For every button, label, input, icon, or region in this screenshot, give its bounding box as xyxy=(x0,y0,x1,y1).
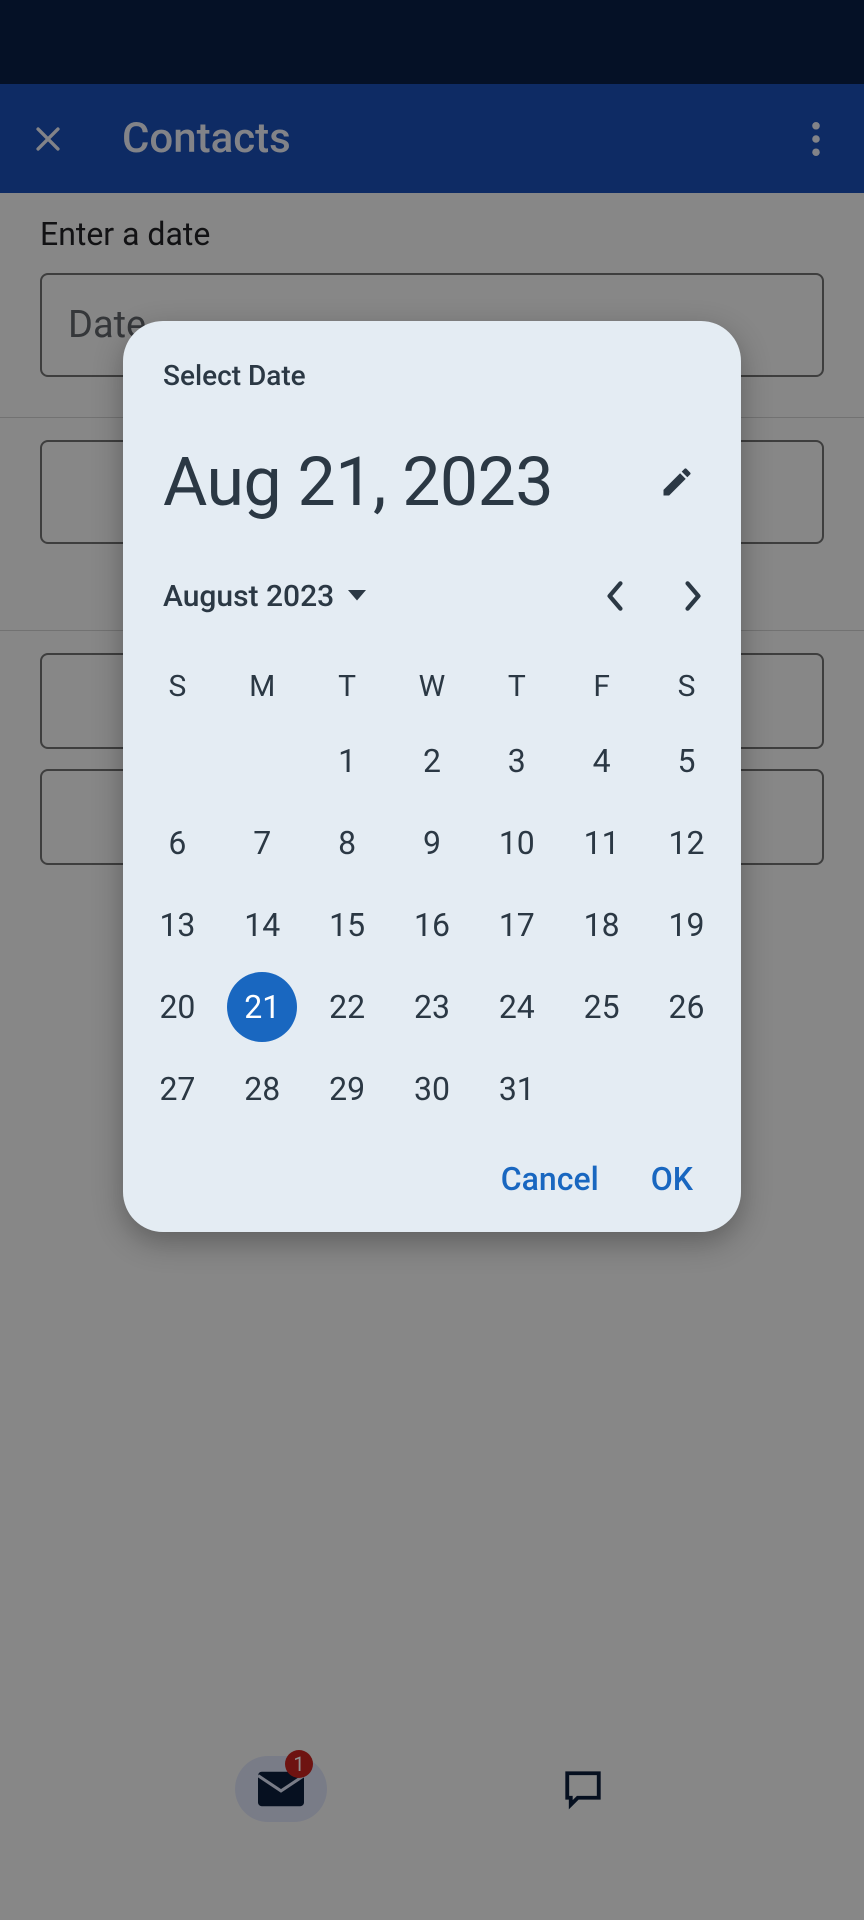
calendar-day[interactable]: 8 xyxy=(305,802,390,884)
calendar-empty-cell xyxy=(559,1048,644,1130)
calendar-day[interactable]: 17 xyxy=(474,884,559,966)
calendar-day[interactable]: 27 xyxy=(135,1048,220,1130)
calendar-day[interactable]: 12 xyxy=(644,802,729,884)
calendar-day[interactable]: 30 xyxy=(390,1048,475,1130)
ok-button[interactable]: OK xyxy=(651,1160,693,1198)
month-year-dropdown[interactable]: August 2023 xyxy=(163,579,366,614)
calendar-day[interactable]: 28 xyxy=(220,1048,305,1130)
calendar-day[interactable]: 21 xyxy=(220,966,305,1048)
calendar-day[interactable]: 16 xyxy=(390,884,475,966)
calendar-day[interactable]: 7 xyxy=(220,802,305,884)
calendar-day[interactable]: 2 xyxy=(390,720,475,802)
calendar-day[interactable]: 22 xyxy=(305,966,390,1048)
prev-month-button[interactable] xyxy=(591,572,639,620)
calendar-day[interactable]: 31 xyxy=(474,1048,559,1130)
picker-headline-date: Aug 21, 2023 xyxy=(163,442,553,522)
weekday-header: F xyxy=(559,652,644,720)
calendar-day[interactable]: 9 xyxy=(390,802,475,884)
calendar-empty-cell xyxy=(644,1048,729,1130)
calendar-day[interactable]: 3 xyxy=(474,720,559,802)
calendar-day[interactable]: 13 xyxy=(135,884,220,966)
dialog-actions: Cancel OK xyxy=(123,1130,741,1208)
weekday-header: M xyxy=(220,652,305,720)
calendar-day[interactable]: 26 xyxy=(644,966,729,1048)
content-area: Enter a date Date 1 Select Date Aug 21, … xyxy=(0,193,864,1920)
modal-scrim[interactable]: Select Date Aug 21, 2023 August 2023 xyxy=(0,0,864,1920)
calendar-day[interactable]: 24 xyxy=(474,966,559,1048)
weekday-header: T xyxy=(474,652,559,720)
month-selector-row: August 2023 xyxy=(123,546,741,636)
calendar-day[interactable]: 20 xyxy=(135,966,220,1048)
calendar-day[interactable]: 15 xyxy=(305,884,390,966)
date-picker-dialog: Select Date Aug 21, 2023 August 2023 xyxy=(123,321,741,1232)
calendar-day[interactable]: 5 xyxy=(644,720,729,802)
calendar-empty-cell xyxy=(135,720,220,802)
calendar-day[interactable]: 18 xyxy=(559,884,644,966)
calendar-day[interactable]: 1 xyxy=(305,720,390,802)
dropdown-icon xyxy=(348,590,366,602)
edit-date-button[interactable] xyxy=(653,458,701,506)
cancel-button[interactable]: Cancel xyxy=(501,1160,599,1198)
next-month-button[interactable] xyxy=(669,572,717,620)
weekday-header: S xyxy=(644,652,729,720)
weekday-header: T xyxy=(305,652,390,720)
calendar-grid: SMTWTFS 12345678910111213141516171819202… xyxy=(135,652,729,1130)
calendar-empty-cell xyxy=(220,720,305,802)
calendar-day[interactable]: 10 xyxy=(474,802,559,884)
calendar-day[interactable]: 4 xyxy=(559,720,644,802)
month-year-label: August 2023 xyxy=(163,579,334,614)
calendar-day[interactable]: 19 xyxy=(644,884,729,966)
calendar-day[interactable]: 29 xyxy=(305,1048,390,1130)
calendar-day[interactable]: 25 xyxy=(559,966,644,1048)
picker-supertitle: Select Date xyxy=(123,349,741,408)
calendar-day[interactable]: 23 xyxy=(390,966,475,1048)
calendar-day[interactable]: 6 xyxy=(135,802,220,884)
weekday-header: W xyxy=(390,652,475,720)
calendar-day[interactable]: 11 xyxy=(559,802,644,884)
weekday-header: S xyxy=(135,652,220,720)
calendar-day[interactable]: 14 xyxy=(220,884,305,966)
